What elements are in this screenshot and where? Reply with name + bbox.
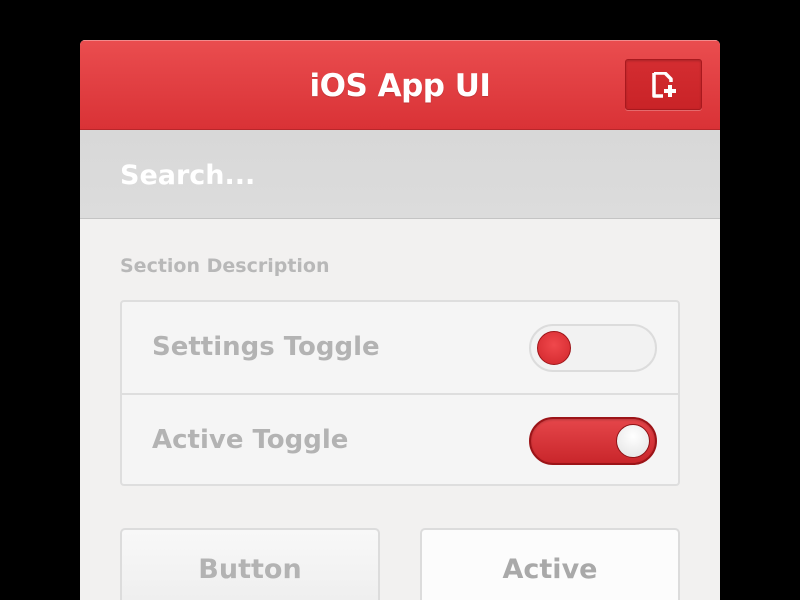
settings-toggle-label: Settings Toggle xyxy=(152,332,380,362)
search-bar xyxy=(80,130,720,219)
add-document-button[interactable] xyxy=(625,59,702,110)
add-document-icon xyxy=(652,72,676,98)
settings-toggle-switch[interactable] xyxy=(529,324,657,372)
section-description: Section Description xyxy=(120,255,330,277)
settings-row: Active Toggle xyxy=(122,395,678,486)
app-window: iOS App UI Section Description Settings … xyxy=(80,40,720,600)
active-button[interactable]: Active xyxy=(420,528,680,600)
active-toggle-switch[interactable] xyxy=(529,417,657,465)
toggle-knob xyxy=(537,331,571,365)
settings-row: Settings Toggle xyxy=(122,302,678,395)
default-button[interactable]: Button xyxy=(120,528,380,600)
navigation-bar: iOS App UI xyxy=(80,40,720,130)
active-toggle-label: Active Toggle xyxy=(152,425,349,455)
toggle-knob xyxy=(616,424,650,458)
nav-title: iOS App UI xyxy=(309,68,491,104)
search-input[interactable] xyxy=(120,150,680,200)
settings-group: Settings Toggle Active Toggle xyxy=(120,300,680,486)
